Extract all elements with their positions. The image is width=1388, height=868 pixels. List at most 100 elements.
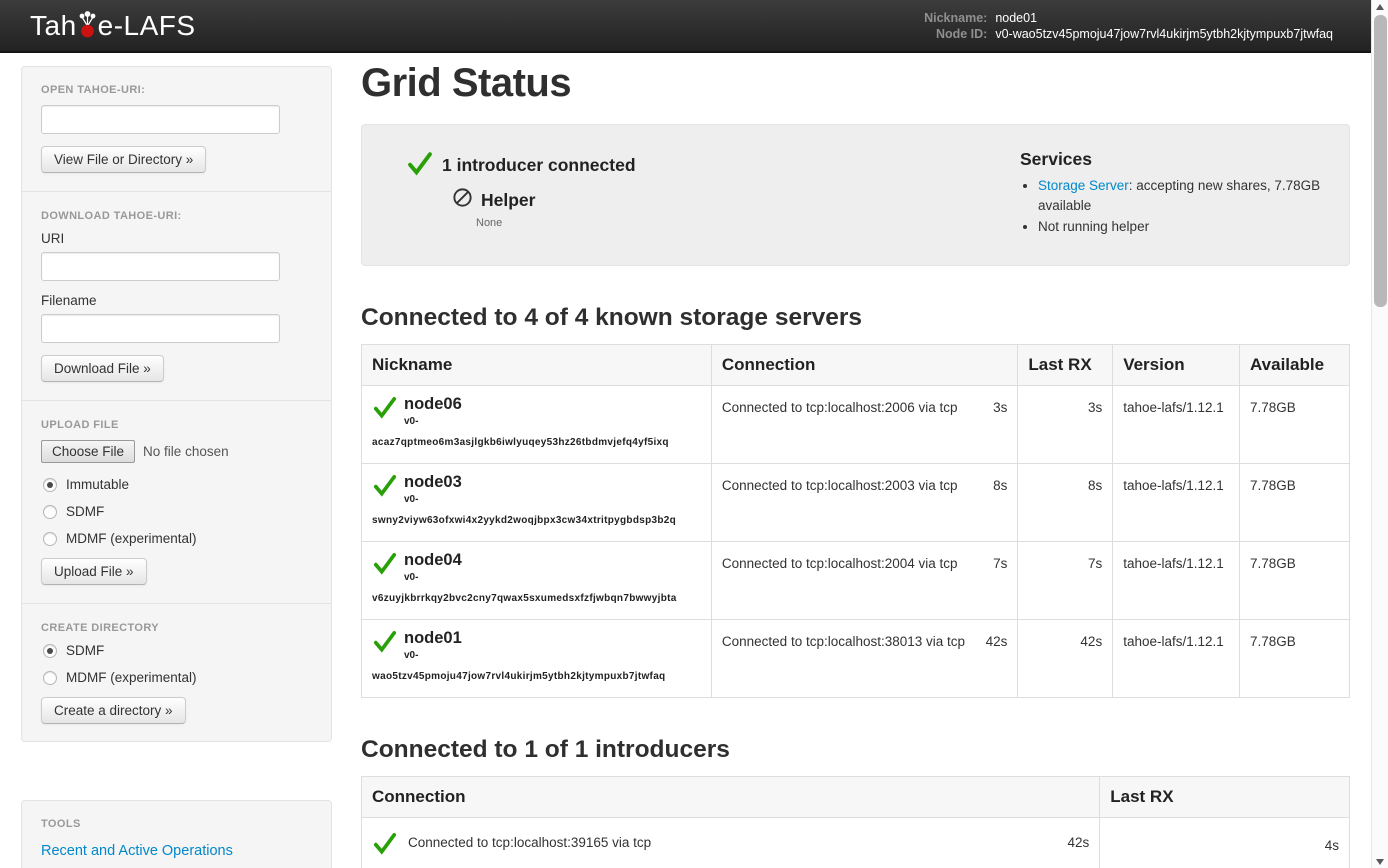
last-rx-value: 42s: [1018, 619, 1113, 697]
services-title: Services: [1020, 149, 1325, 170]
connected-check-icon: [372, 626, 404, 664]
server-nickname: node04: [372, 548, 701, 571]
server-nodeid: swny2viyw63ofxwi4x2yykd2woqjbpx3cw34xtri…: [372, 508, 701, 527]
node-id-label: Node ID:: [924, 27, 987, 41]
storage-table-body: node06 v0- acaz7qptmeo6m3asjlgkb6iwlyuqe…: [362, 385, 1350, 697]
create-directory-section: CREATE DIRECTORY SDMF MDMF (experimental…: [41, 622, 312, 724]
radio-icon[interactable]: [43, 505, 57, 519]
scrollbar-up-arrow[interactable]: [1372, 0, 1388, 14]
tahoe-balloon-icon: [78, 11, 97, 39]
introducer-check-icon: [406, 149, 434, 182]
server-nickname: node01: [372, 626, 701, 649]
logo-text-prefix: Tah: [30, 10, 77, 42]
services-panel: Services Storage Server: accepting new s…: [1020, 149, 1325, 239]
upload-file-section: UPLOAD FILE Choose File No file chosen I…: [41, 419, 312, 585]
scrollbar-thumb[interactable]: [1374, 15, 1387, 307]
version-value: tahoe-lafs/1.12.1: [1113, 463, 1240, 541]
view-file-button[interactable]: View File or Directory »: [41, 146, 206, 173]
grid-status-summary-well: 1 introducer connected Helper None Servi…: [361, 124, 1350, 266]
radio-option[interactable]: MDMF (experimental): [43, 531, 312, 546]
tahoe-lafs-logo: Tah e-LAFS: [30, 10, 196, 42]
helper-disabled-icon: [452, 187, 473, 213]
download-uri-section: DOWNLOAD TAHOE-URI: URI Filename Downloa…: [41, 210, 312, 382]
storage-table-header-row: Nickname Connection Last RX Version Avai…: [362, 344, 1350, 385]
radio-icon[interactable]: [43, 532, 57, 546]
services-list: Storage Server: accepting new shares, 7.…: [1020, 176, 1325, 237]
download-file-button[interactable]: Download File »: [41, 355, 164, 382]
radio-option-label: Immutable: [66, 477, 129, 492]
connection-summary: Connected to tcp:localhost:2003 via tcp: [722, 478, 958, 493]
last-rx-value: 3s: [1018, 385, 1113, 463]
upload-file-button[interactable]: Upload File »: [41, 558, 147, 585]
connected-check-icon: [372, 548, 404, 586]
sidebar-divider: [22, 603, 331, 604]
scrollbar[interactable]: [1371, 0, 1388, 868]
radio-icon[interactable]: [43, 478, 57, 492]
main-content: Grid Status 1 introducer connected Helpe…: [361, 53, 1350, 868]
open-uri-input[interactable]: [41, 105, 280, 134]
available-value: 7.78GB: [1240, 619, 1350, 697]
nickname-value: node01: [995, 11, 1333, 25]
server-nodeid-prefix: v0-: [372, 571, 701, 584]
connection-since: 8s: [993, 478, 1007, 493]
open-uri-label: OPEN TAHOE-URI:: [41, 84, 312, 96]
status-summary: 1 introducer connected Helper None: [386, 149, 1020, 239]
introducers-table-body: Connected to tcp:localhost:39165 via tcp…: [362, 817, 1350, 868]
upload-format-radio-group: Immutable SDMF MDMF (experimental): [41, 477, 312, 546]
last-rx-value: 8s: [1018, 463, 1113, 541]
radio-icon[interactable]: [43, 671, 57, 685]
create-directory-label: CREATE DIRECTORY: [41, 622, 312, 634]
col-available: Available: [1240, 344, 1350, 385]
col-nickname: Nickname: [362, 344, 712, 385]
radio-option-label: SDMF: [66, 504, 104, 519]
service-link[interactable]: Storage Server: [1038, 178, 1129, 193]
helper-status-text: Helper: [481, 190, 535, 211]
file-chosen-status: No file chosen: [143, 444, 229, 459]
col-version: Version: [1113, 344, 1240, 385]
connection-summary: Connected to tcp:localhost:39165 via tcp: [408, 835, 651, 850]
server-nodeid-prefix: v0-: [372, 493, 701, 506]
service-item: Not running helper: [1038, 217, 1325, 237]
filename-field-label: Filename: [41, 293, 312, 308]
recent-operations-link[interactable]: Recent and Active Operations: [41, 843, 233, 859]
page-title: Grid Status: [361, 61, 1350, 106]
download-filename-input[interactable]: [41, 314, 280, 343]
nickname-label: Nickname:: [924, 11, 987, 25]
service-text: Not running helper: [1038, 219, 1149, 234]
download-uri-input[interactable]: [41, 252, 280, 281]
radio-option[interactable]: SDMF: [43, 504, 312, 519]
create-directory-button[interactable]: Create a directory »: [41, 697, 186, 724]
sidebar-divider: [22, 400, 331, 401]
radio-option[interactable]: SDMF: [43, 643, 312, 658]
radio-option[interactable]: MDMF (experimental): [43, 670, 312, 685]
radio-icon[interactable]: [43, 644, 57, 658]
sidebar-divider: [22, 191, 331, 192]
radio-option-label: MDMF (experimental): [66, 531, 197, 546]
scrollbar-down-arrow[interactable]: [1372, 854, 1388, 868]
connected-check-icon: [372, 470, 404, 508]
node-id-value: v0-wao5tzv45pmoju47jow7rvl4ukirjm5ytbh2k…: [995, 27, 1333, 41]
server-nickname: node03: [372, 470, 701, 493]
version-value: tahoe-lafs/1.12.1: [1113, 385, 1240, 463]
storage-row: node01 v0- wao5tzv45pmoju47jow7rvl4ukirj…: [362, 619, 1350, 697]
choose-file-button[interactable]: Choose File: [41, 440, 135, 463]
sidebar-tools-panel: TOOLS Recent and Active Operations: [21, 800, 332, 868]
mkdir-format-radio-group: SDMF MDMF (experimental): [41, 643, 312, 685]
server-nodeid: wao5tzv45pmoju47jow7rvl4ukirjm5ytbh2kjty…: [372, 664, 701, 683]
upload-file-label: UPLOAD FILE: [41, 419, 312, 431]
tools-label: TOOLS: [41, 818, 312, 830]
server-nodeid-prefix: v0-: [372, 415, 701, 428]
connection-since: 7s: [993, 556, 1007, 571]
download-uri-label: DOWNLOAD TAHOE-URI:: [41, 210, 312, 222]
storage-row: node03 v0- swny2viyw63ofxwi4x2yykd2woqjb…: [362, 463, 1350, 541]
sidebar-forms-panel: OPEN TAHOE-URI: View File or Directory »…: [21, 66, 332, 742]
radio-option[interactable]: Immutable: [43, 477, 312, 492]
introducers-table-header-row: Connection Last RX: [362, 776, 1350, 817]
col-connection: Connection: [711, 344, 1017, 385]
col-intro-connection: Connection: [362, 776, 1100, 817]
col-last-rx: Last RX: [1018, 344, 1113, 385]
radio-option-label: MDMF (experimental): [66, 670, 197, 685]
introducers-table: Connection Last RX Connected to tcp:loca…: [361, 776, 1350, 868]
last-rx-value: 7s: [1018, 541, 1113, 619]
storage-row: node04 v0- v6zuyjkbrrkqy2bvc2cny7qwax5sx…: [362, 541, 1350, 619]
